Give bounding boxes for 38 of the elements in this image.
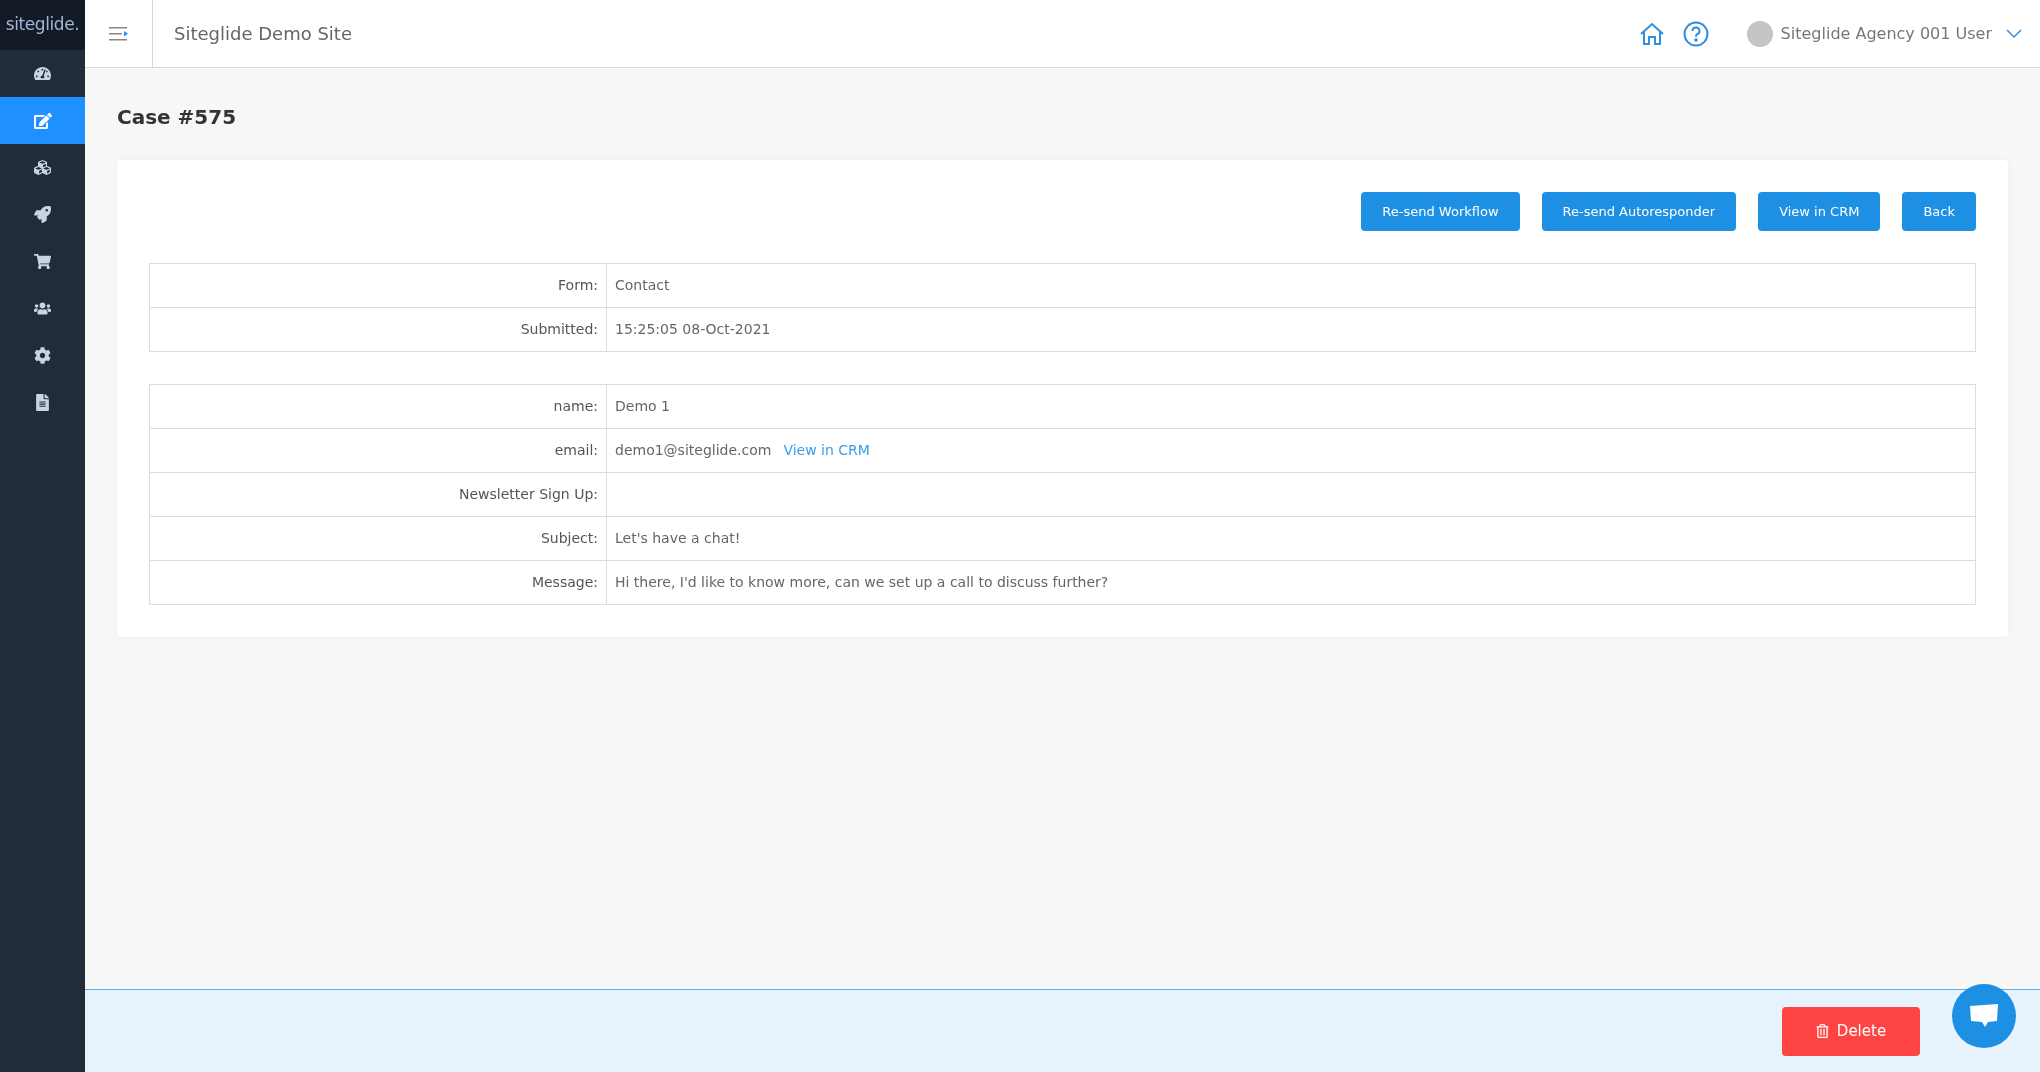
- view-in-crm-link[interactable]: View in CRM: [783, 442, 870, 458]
- cubes-icon: [34, 159, 51, 176]
- help-icon[interactable]: [1682, 20, 1709, 47]
- cart-icon: [34, 253, 51, 270]
- dashboard-icon: [34, 65, 51, 82]
- action-button[interactable]: Re-send Workflow: [1361, 192, 1520, 231]
- logo: siteglide.: [5, 13, 80, 37]
- user-name[interactable]: Siteglide Agency 001 User: [1780, 21, 1992, 46]
- action-button[interactable]: View in CRM: [1758, 192, 1881, 231]
- menu-icon[interactable]: [108, 25, 129, 42]
- user-avatar: [1746, 20, 1773, 47]
- field-value: Demo 1: [615, 398, 670, 414]
- site-title: Siteglide Demo Site: [174, 22, 352, 46]
- page-title: Case #575: [117, 104, 238, 131]
- field-label: Form:: [149, 263, 607, 308]
- field-label: Newsletter Sign Up:: [149, 472, 607, 517]
- field-label: name:: [149, 384, 607, 429]
- field-label: Subject:: [149, 516, 607, 561]
- field-value: Let's have a chat!: [615, 530, 741, 546]
- delete-button[interactable]: Delete: [1782, 1006, 1920, 1056]
- document-icon: [34, 394, 51, 411]
- field-value: demo1@siteglide.com: [615, 442, 772, 458]
- field-value: Contact: [615, 277, 670, 293]
- field-label: Submitted:: [149, 307, 607, 352]
- home-icon[interactable]: [1638, 21, 1665, 46]
- settings-icon: [34, 347, 51, 364]
- chevron-down-icon[interactable]: [2006, 28, 2022, 39]
- action-button[interactable]: Back: [1902, 192, 1976, 231]
- trash-icon: [1815, 1024, 1829, 1038]
- field-value: Hi there, I'd like to know more, can we set up a call to discuss further?: [615, 574, 1109, 590]
- users-icon: [34, 300, 51, 317]
- action-button[interactable]: Re-send Autoresponder: [1541, 192, 1737, 231]
- field-label: email:: [149, 428, 607, 473]
- field-value: 15:25:05 08-Oct-2021: [615, 321, 771, 337]
- field-label: Message:: [149, 560, 607, 605]
- edit-icon: [33, 111, 52, 130]
- chat-icon: [1969, 1003, 1999, 1029]
- rocket-icon: [34, 206, 51, 223]
